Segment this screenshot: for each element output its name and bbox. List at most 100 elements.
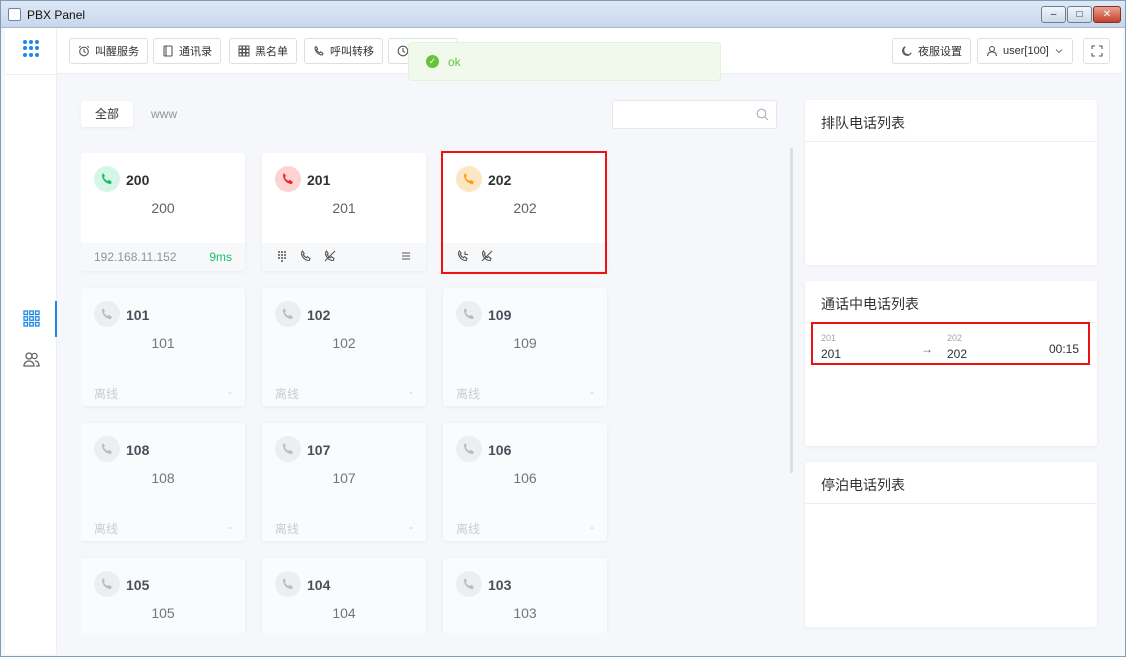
latency: 9ms (209, 250, 232, 264)
night-service-label: 夜服设置 (918, 46, 962, 58)
extension-card-102[interactable]: 102 102 离线 - (262, 288, 426, 406)
status-text: 离线 (456, 522, 481, 536)
extension-number: 106 (488, 442, 512, 458)
status-text: 离线 (94, 522, 119, 536)
minimize-button[interactable]: – (1041, 6, 1066, 23)
extension-name: 105 (151, 605, 175, 621)
moon-icon (902, 46, 912, 56)
extension-name: 102 (332, 335, 356, 351)
status-extra: - (409, 385, 413, 399)
dialpad-icon[interactable] (276, 250, 288, 262)
extension-card-200[interactable]: 200 200 192.168.11.152 9ms (81, 153, 245, 271)
app-body: 叫醒服务 通讯录 黑名单 呼叫转移 夜服设置 user[100] ✓ ok 全部… (5, 28, 1123, 654)
callee-extension: 202 (947, 333, 963, 343)
extension-card-107[interactable]: 107 107 离线 - (262, 423, 426, 541)
queue-panel-title: 排队电话列表 (805, 100, 1097, 142)
extension-number: 101 (126, 307, 150, 323)
address-book-icon (163, 45, 173, 57)
extension-name: 104 (332, 605, 356, 621)
maximize-button[interactable]: □ (1067, 6, 1092, 23)
extension-card-202[interactable]: 202 202 (443, 153, 607, 271)
card-footer: 离线 - (443, 378, 607, 406)
blacklist-button[interactable]: 黑名单 (229, 38, 297, 64)
wakeup-service-label: 叫醒服务 (95, 46, 139, 58)
extension-number: 103 (488, 577, 512, 593)
extension-card-103[interactable]: 103 103 (443, 558, 607, 633)
phone-forward-icon (314, 45, 324, 56)
wakeup-service-button[interactable]: 叫醒服务 (69, 38, 148, 64)
active-call-row[interactable]: 201 201 → 202 202 00:15 (813, 327, 1089, 367)
extension-name: 201 (332, 200, 356, 216)
queue-panel: 排队电话列表 (805, 100, 1097, 265)
extension-card-201[interactable]: 201 201 (262, 153, 426, 271)
phone-offline-icon (275, 301, 301, 327)
caller-extension: 201 (821, 333, 837, 343)
phone-answer-icon[interactable] (457, 250, 469, 262)
extension-number: 109 (488, 307, 512, 323)
status-extra: - (590, 385, 594, 399)
card-footer: 离线 - (262, 513, 426, 541)
title-bar: PBX Panel – □ ✕ (1, 1, 1125, 28)
extension-card-106[interactable]: 106 106 离线 - (443, 423, 607, 541)
extension-name: 103 (513, 605, 537, 621)
extension-name: 200 (151, 200, 175, 216)
grid-small-icon (238, 45, 250, 57)
phone-transfer-icon[interactable] (300, 250, 312, 262)
card-footer (443, 243, 607, 271)
alarm-clock-icon (78, 45, 90, 57)
sidebar-item-extensions[interactable] (5, 301, 57, 337)
extension-number: 105 (126, 577, 150, 593)
extension-card-101[interactable]: 101 101 离线 - (81, 288, 245, 406)
caller-name: 201 (821, 347, 842, 361)
check-circle-icon: ✓ (426, 55, 439, 68)
tab-all[interactable]: 全部 (81, 101, 134, 127)
extension-grid: 200 200 192.168.11.152 9ms 201 201 202 2… (81, 153, 611, 633)
sidebar-item-users[interactable] (5, 342, 57, 378)
extension-card-109[interactable]: 109 109 离线 - (443, 288, 607, 406)
extension-number: 201 (307, 172, 331, 188)
grid-icon (23, 310, 40, 327)
extension-name: 107 (332, 470, 356, 486)
phone-offline-icon (275, 571, 301, 597)
extension-number: 107 (307, 442, 331, 458)
active-calls-panel-title: 通话中电话列表 (805, 281, 1097, 323)
phone-offline-icon (456, 436, 482, 462)
parked-calls-panel-title: 停泊电话列表 (805, 462, 1097, 504)
phone-offline-icon (94, 436, 120, 462)
status-extra: - (228, 520, 232, 534)
phone-offline-icon (456, 301, 482, 327)
call-forward-button[interactable]: 呼叫转移 (304, 38, 383, 64)
menu-icon[interactable] (400, 250, 412, 262)
card-footer: 离线 - (81, 378, 245, 406)
users-icon (23, 352, 40, 367)
extension-name: 106 (513, 470, 537, 486)
extension-number: 108 (126, 442, 150, 458)
status-text: 离线 (94, 387, 119, 401)
extension-card-108[interactable]: 108 108 离线 - (81, 423, 245, 541)
extension-card-105[interactable]: 105 105 (81, 558, 245, 633)
contacts-button[interactable]: 通讯录 (153, 38, 221, 64)
callee-name: 202 (947, 347, 968, 361)
call-duration: 00:15 (1048, 342, 1079, 356)
card-footer: 离线 - (81, 513, 245, 541)
phone-offline-icon (94, 301, 120, 327)
close-button[interactable]: ✕ (1093, 6, 1121, 23)
phone-offline-icon (275, 436, 301, 462)
active-calls-panel: 通话中电话列表 201 201 → 202 202 00:15 (805, 281, 1097, 446)
phone-hangup-icon[interactable] (324, 250, 336, 262)
dialpad-logo-icon[interactable] (23, 40, 40, 57)
status-extra: - (228, 385, 232, 399)
call-forward-label: 呼叫转移 (330, 46, 374, 58)
phone-hangup-icon[interactable] (481, 250, 493, 262)
night-service-button[interactable]: 夜服设置 (892, 38, 971, 64)
extension-name: 109 (513, 335, 537, 351)
scrollbar[interactable] (790, 148, 793, 473)
extension-number: 104 (307, 577, 331, 593)
extension-card-104[interactable]: 104 104 (262, 558, 426, 633)
tab-www[interactable]: www (137, 101, 191, 127)
search-box[interactable] (612, 100, 777, 129)
fullscreen-button[interactable] (1083, 38, 1110, 64)
card-footer: 离线 - (262, 378, 426, 406)
phone-idle-icon (94, 166, 120, 192)
user-menu[interactable]: user[100] (977, 38, 1073, 64)
